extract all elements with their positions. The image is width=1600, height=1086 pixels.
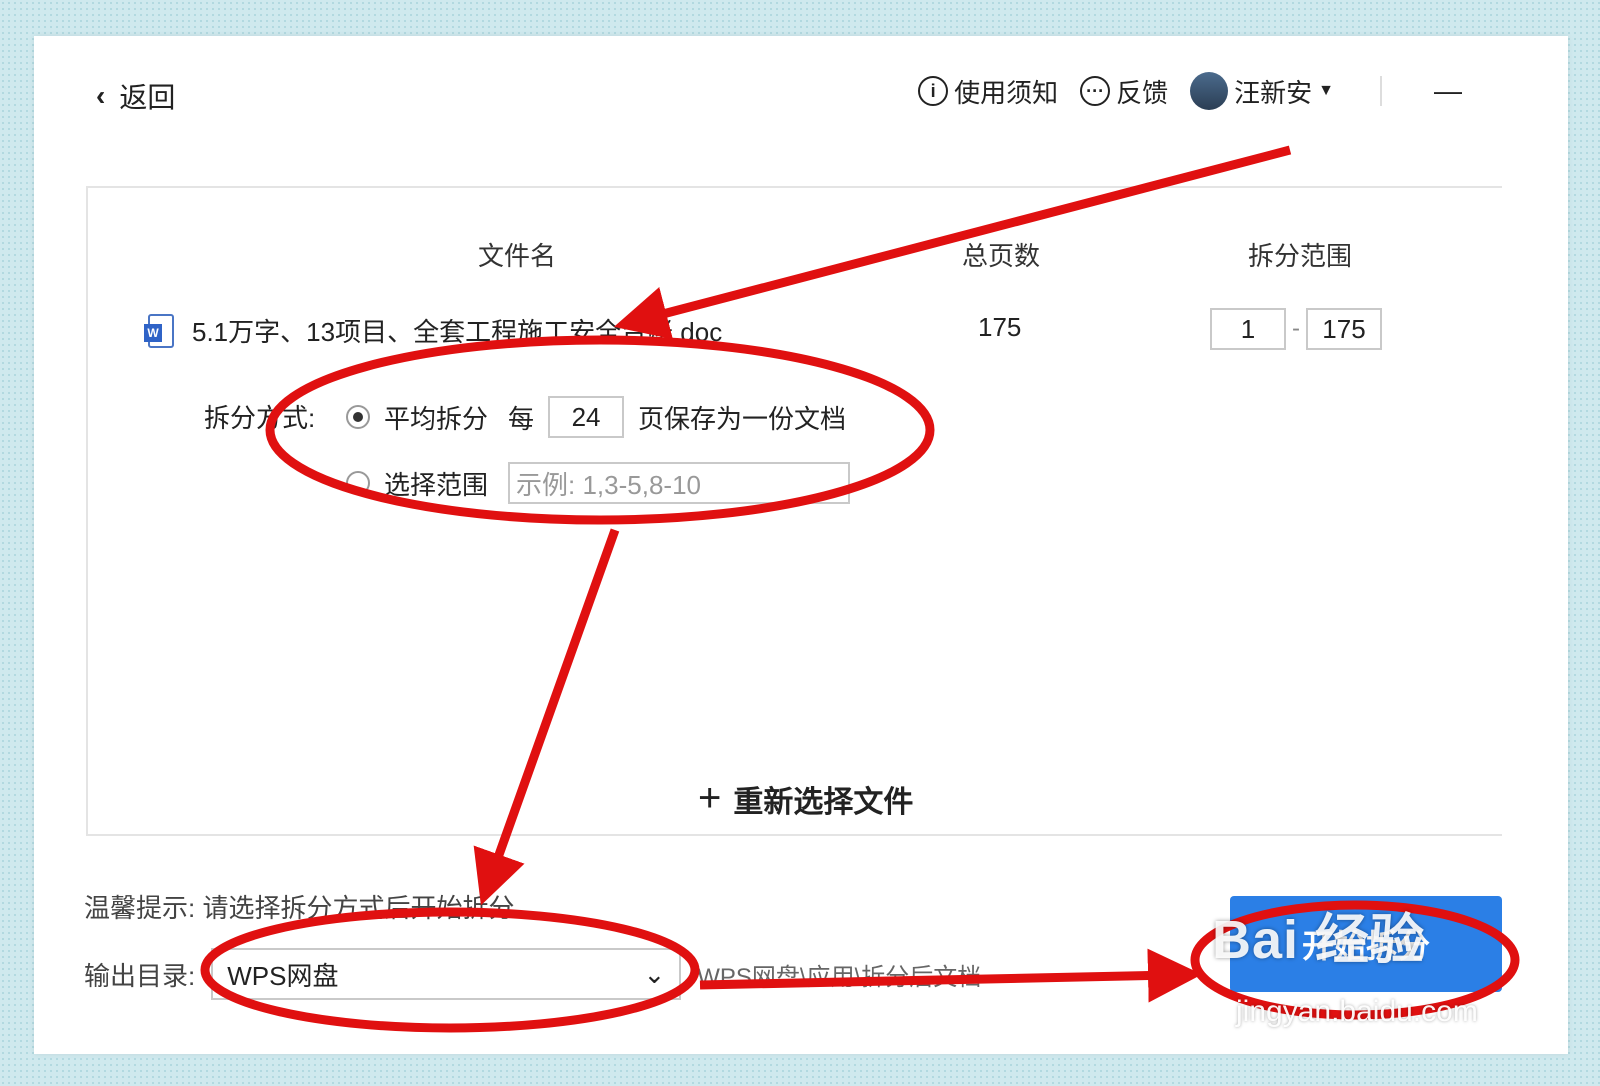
- per-suffix: 页保存为一份文档: [638, 403, 847, 434]
- split-option-range[interactable]: 选择范围 示例: 1,3-5,8-10: [346, 462, 851, 504]
- output-row: 输出目录: WPS网盘 ⌄ WPS网盘\应用\拆分后文档: [84, 948, 981, 1000]
- minimize-button[interactable]: —: [1434, 75, 1462, 107]
- output-directory-select[interactable]: WPS网盘 ⌄: [211, 948, 682, 1000]
- option-even-label: 平均拆分: [384, 403, 489, 434]
- split-document-window: ‹ 返回 i 使用须知 ··· 反馈 汪新安 ▼ — 文件名 总页数 拆分范围 …: [66, 66, 1502, 1014]
- range-separator: -: [1292, 315, 1300, 342]
- word-document-icon: [144, 313, 174, 348]
- caret-down-icon: ▼: [1318, 82, 1334, 99]
- range-to-input[interactable]: 175: [1306, 308, 1382, 350]
- file-row: 5.1万字、13项目、全套工程施工安全台账.doc: [144, 312, 723, 349]
- usage-notice-button[interactable]: i 使用须知: [918, 73, 1058, 110]
- split-mode-label: 拆分方式:: [204, 403, 316, 433]
- chevron-left-icon: ‹: [96, 80, 106, 111]
- file-name: 5.1万字、13项目、全套工程施工安全台账.doc: [192, 317, 723, 347]
- option-range-label: 选择范围: [384, 469, 489, 500]
- total-pages: 175: [978, 312, 1022, 342]
- feedback-button[interactable]: ··· 反馈: [1080, 73, 1168, 110]
- reselect-label: 重新选择文件: [733, 785, 914, 819]
- output-path-hint: WPS网盘\应用\拆分后文档: [697, 963, 982, 991]
- column-header-filename: 文件名: [478, 241, 557, 271]
- usage-label: 使用须知: [954, 77, 1059, 108]
- divider: [1380, 76, 1382, 106]
- avatar: [1190, 72, 1229, 110]
- split-option-even[interactable]: 平均拆分 每 24 页保存为一份文档: [346, 396, 846, 438]
- output-label: 输出目录:: [84, 960, 196, 991]
- per-label: 每: [508, 403, 535, 434]
- column-header-range: 拆分范围: [1248, 241, 1353, 271]
- watermark-url: jingyan.baidu.com: [1236, 995, 1478, 1028]
- range-from-input[interactable]: 1: [1210, 308, 1286, 350]
- user-menu[interactable]: 汪新安 ▼: [1190, 72, 1334, 110]
- chat-bubble-icon: ···: [1080, 76, 1111, 106]
- tip-text: 温馨提示: 请选择拆分方式后开始拆分: [84, 893, 515, 923]
- plus-icon: +: [698, 776, 722, 820]
- output-value: WPS网盘: [227, 960, 339, 991]
- info-icon: i: [918, 76, 949, 106]
- chevron-down-icon: ⌄: [643, 958, 666, 989]
- radio-even[interactable]: [346, 405, 370, 429]
- pages-per-file-input[interactable]: 24: [548, 396, 625, 438]
- feedback-label: 反馈: [1116, 77, 1169, 108]
- file-panel: 文件名 总页数 拆分范围 5.1万字、13项目、全套工程施工安全台账.doc 1…: [86, 186, 1502, 836]
- baidu-watermark: Bai 经验: [1212, 910, 1426, 970]
- user-name: 汪新安: [1234, 77, 1313, 108]
- range-placeholder: 示例: 1,3-5,8-10: [516, 469, 701, 500]
- reselect-file-button[interactable]: + 重新选择文件: [698, 776, 913, 821]
- column-header-pages: 总页数: [962, 241, 1041, 271]
- range-input[interactable]: 示例: 1,3-5,8-10: [508, 462, 851, 504]
- back-label: 返回: [119, 82, 176, 113]
- page-range: 1 - 175: [1210, 308, 1382, 350]
- back-button[interactable]: ‹ 返回: [96, 76, 175, 116]
- radio-range[interactable]: [346, 471, 370, 495]
- header-toolbar: i 使用须知 ··· 反馈 汪新安 ▼ —: [918, 72, 1462, 110]
